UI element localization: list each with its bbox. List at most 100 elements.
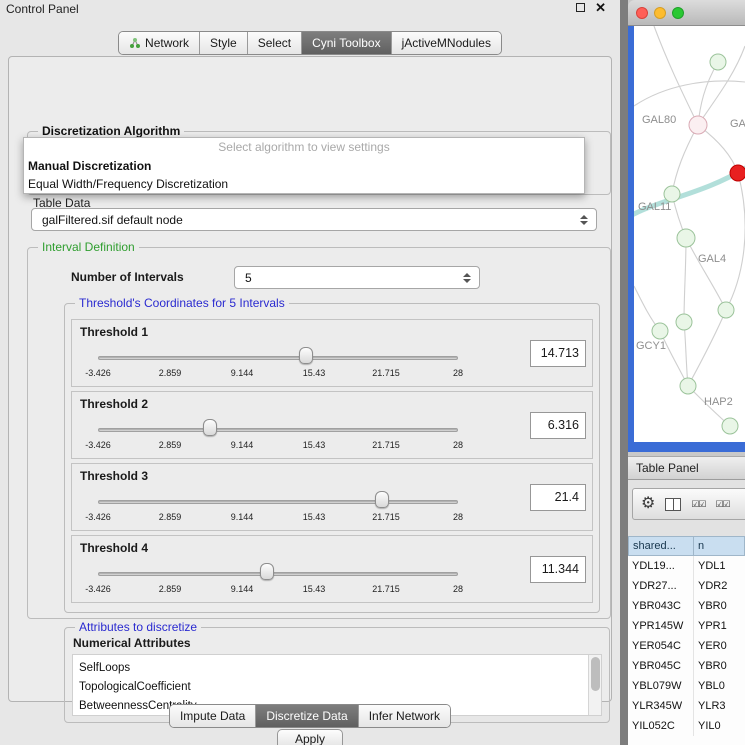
cell[interactable]: YPR145W <box>628 616 694 636</box>
tick-label: -3.426 <box>85 512 111 522</box>
threshold-slider-track[interactable] <box>98 356 458 360</box>
table-panel: Table Panel ⚙ ☑☑ ☑☑ shared... n YDL19...… <box>628 456 745 745</box>
select-all-icon[interactable]: ☑☑ <box>715 499 729 510</box>
threshold-slider-track[interactable] <box>98 500 458 504</box>
close-icon[interactable]: ✕ <box>595 2 606 13</box>
algorithm-option-manual[interactable]: Manual Discretization <box>24 157 584 175</box>
threshold-value-field[interactable]: 11.344 <box>530 556 586 583</box>
gene-node[interactable] <box>677 229 695 247</box>
cell[interactable]: YDR2 <box>694 576 745 596</box>
zoom-window-icon[interactable] <box>672 7 684 19</box>
tab-jactivemnodules[interactable]: jActiveMNodules <box>391 32 501 54</box>
scrollbar-thumb[interactable] <box>591 657 600 691</box>
number-of-intervals-label: Number of Intervals <box>71 270 184 284</box>
slider-scale: -3.426 2.859 9.144 15.43 21.715 28 <box>98 584 458 596</box>
column-header-shared[interactable]: shared... <box>628 536 694 556</box>
cell[interactable]: YIL0 <box>694 716 745 736</box>
threshold-label: Threshold 4 <box>80 541 148 555</box>
cell[interactable]: YDL1 <box>694 556 745 576</box>
cell[interactable]: YIL052C <box>628 716 694 736</box>
apply-button[interactable]: Apply <box>277 729 343 745</box>
cell[interactable]: YBR043C <box>628 596 694 616</box>
threshold-slider-thumb[interactable] <box>375 491 389 508</box>
gene-node[interactable] <box>689 116 707 134</box>
tick-label: -3.426 <box>85 368 111 378</box>
table-row[interactable]: YBR043CYBR0 <box>628 596 745 616</box>
panel-divider[interactable] <box>620 0 628 745</box>
tick-label: -3.426 <box>85 440 111 450</box>
tab-infer-network[interactable]: Infer Network <box>358 705 450 727</box>
main-tabbar: Network Style Select Cyni Toolbox jActiv… <box>0 31 620 55</box>
cell[interactable]: YDL19... <box>628 556 694 576</box>
close-window-icon[interactable] <box>636 7 648 19</box>
tab-label: Select <box>258 36 291 50</box>
cell[interactable]: YPR1 <box>694 616 745 636</box>
threshold-slider-thumb[interactable] <box>203 419 217 436</box>
cell[interactable]: YLR345W <box>628 696 694 716</box>
gene-node[interactable] <box>680 378 696 394</box>
tab-select[interactable]: Select <box>247 32 301 54</box>
gene-node[interactable] <box>664 186 680 202</box>
cell[interactable]: YBL079W <box>628 676 694 696</box>
tick-label: 2.859 <box>159 584 182 594</box>
tab-style[interactable]: Style <box>199 32 247 54</box>
gene-node[interactable] <box>652 323 668 339</box>
tab-network[interactable]: Network <box>119 32 199 54</box>
gear-icon[interactable]: ⚙ <box>641 496 655 512</box>
selected-red-node[interactable] <box>730 165 745 181</box>
list-item[interactable]: TopologicalCoefficient <box>73 678 601 697</box>
threshold-value-field[interactable]: 14.713 <box>530 340 586 367</box>
tab-impute-data[interactable]: Impute Data <box>170 705 255 727</box>
float-window-icon[interactable] <box>576 3 585 12</box>
cell[interactable]: YDR27... <box>628 576 694 596</box>
table-row[interactable]: YPR145WYPR1 <box>628 616 745 636</box>
cell[interactable]: YER0 <box>694 636 745 656</box>
table-row[interactable]: YBR045CYBR0 <box>628 656 745 676</box>
minimize-window-icon[interactable] <box>654 7 666 19</box>
gene-node[interactable] <box>710 54 726 70</box>
cell[interactable]: YBR0 <box>694 596 745 616</box>
table-row[interactable]: YDR27...YDR2 <box>628 576 745 596</box>
cell[interactable]: YER054C <box>628 636 694 656</box>
cell[interactable]: YBL0 <box>694 676 745 696</box>
tab-label: Discretize Data <box>266 709 347 723</box>
threshold-slider-thumb[interactable] <box>260 563 274 580</box>
cell[interactable]: YBR045C <box>628 656 694 676</box>
algorithm-combobox[interactable]: Select algorithm to view settings <box>24 138 584 157</box>
tick-label: 2.859 <box>159 512 182 522</box>
slider-scale: -3.426 2.859 9.144 15.43 21.715 28 <box>98 368 458 380</box>
table-row[interactable]: YLR345WYLR3 <box>628 696 745 716</box>
table-row[interactable]: YBL079WYBL0 <box>628 676 745 696</box>
network-edges <box>634 26 745 426</box>
threshold-slider-thumb[interactable] <box>299 347 313 364</box>
tab-discretize-data[interactable]: Discretize Data <box>255 705 357 727</box>
network-nodes <box>652 54 745 434</box>
cell[interactable]: YBR0 <box>694 656 745 676</box>
tick-label: 28 <box>453 584 463 594</box>
column-header-name[interactable]: n <box>694 536 745 556</box>
tick-label: 9.144 <box>231 512 254 522</box>
table-panel-title: Table Panel <box>628 456 745 480</box>
select-columns-icon[interactable]: ☑☑ <box>691 499 705 510</box>
table-data-select[interactable]: galFiltered.sif default node <box>31 208 597 231</box>
table-row[interactable]: YDL19...YDL1 <box>628 556 745 576</box>
columns-icon[interactable] <box>665 498 681 511</box>
tab-cyni-toolbox[interactable]: Cyni Toolbox <box>301 32 390 54</box>
threshold-value-field[interactable]: 6.316 <box>530 412 586 439</box>
table-row[interactable]: YER054CYER0 <box>628 636 745 656</box>
gene-node[interactable] <box>676 314 692 330</box>
threshold-slider-track[interactable] <box>98 572 458 576</box>
number-of-intervals-value: 5 <box>235 271 463 285</box>
gene-node[interactable] <box>722 418 738 434</box>
threshold-slider-track[interactable] <box>98 428 458 432</box>
algorithm-option-equal-width[interactable]: Equal Width/Frequency Discretization <box>24 175 584 193</box>
list-item[interactable]: SelfLoops <box>73 655 601 678</box>
network-canvas[interactable]: GAL80 GA GAL11 GAL4 GCY1 HAP2 <box>634 26 745 442</box>
threshold-value-field[interactable]: 21.4 <box>530 484 586 511</box>
network-selection-frame: GAL80 GA GAL11 GAL4 GCY1 HAP2 <box>628 26 745 452</box>
gene-node[interactable] <box>718 302 734 318</box>
table-row[interactable]: YIL052CYIL0 <box>628 716 745 736</box>
number-of-intervals-select[interactable]: 5 <box>234 266 480 289</box>
group-label: Interval Definition <box>38 240 139 254</box>
cell[interactable]: YLR3 <box>694 696 745 716</box>
